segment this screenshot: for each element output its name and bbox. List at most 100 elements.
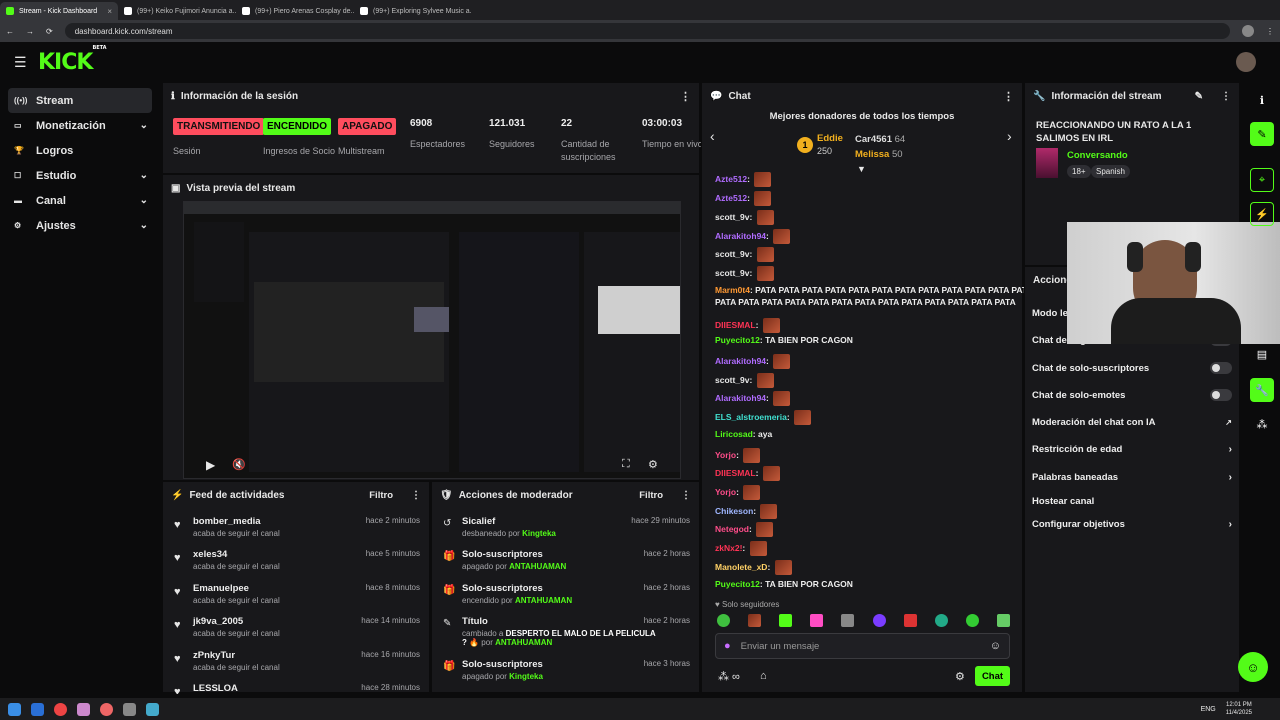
emote-icon[interactable]	[810, 614, 824, 627]
donors-next-icon[interactable]: ›	[1007, 128, 1012, 144]
moderator-name[interactable]: Kingteka	[509, 672, 543, 681]
windows-icon[interactable]	[8, 702, 21, 716]
moderator-name[interactable]: Kingteka	[522, 529, 556, 538]
category-name[interactable]: Conversando	[1067, 150, 1128, 161]
play-icon[interactable]: ▶	[206, 458, 215, 472]
chat-username[interactable]: DIIESMAL	[715, 468, 756, 478]
browser-tab[interactable]: (99+) Piero Arenas Cosplay de...×	[236, 2, 354, 20]
sidebar-item-estudio[interactable]: ☐ Estudio ⌄	[8, 163, 152, 188]
emoji-icon[interactable]: ☺	[990, 640, 1001, 652]
chat-setting-row[interactable]: Palabras baneadas ›	[1032, 472, 1232, 483]
app-icon[interactable]	[123, 702, 136, 716]
chat-username[interactable]: Puyecito12	[715, 335, 760, 345]
app-icon[interactable]	[77, 702, 90, 716]
moderator-name[interactable]: ANTAHUAMAN	[515, 596, 572, 605]
share-icon[interactable]: ⁂	[1250, 412, 1274, 436]
chat-setting-row[interactable]: Restricción de edad ›	[1032, 444, 1232, 455]
app-icon[interactable]	[146, 702, 159, 716]
emote-icon[interactable]	[934, 614, 948, 627]
bolt-icon[interactable]: ⚡	[1250, 202, 1274, 226]
clock[interactable]: 12:01 PM 11/4/2025	[1226, 701, 1252, 717]
settings-icon[interactable]: ⚙	[648, 458, 658, 471]
filter-icon[interactable]: ▼	[857, 164, 866, 174]
sidebar-item-canal[interactable]: ▬ Canal ⌄	[8, 188, 152, 213]
emote-icon[interactable]	[779, 614, 793, 627]
emote-icon[interactable]	[903, 614, 917, 627]
chat-username[interactable]: Alarakitoh94	[715, 393, 766, 403]
moderator-name[interactable]: ANTAHUAMAN	[495, 638, 552, 647]
chat-setting-row[interactable]: Chat de solo-suscriptores	[1032, 362, 1232, 374]
chat-menu-icon[interactable]: ⋮	[1003, 90, 1014, 103]
feed-user[interactable]: bomber_media	[193, 516, 261, 527]
feed-user[interactable]: jk9va_2005	[193, 616, 243, 627]
feed-filter-button[interactable]: Filtro	[369, 490, 393, 501]
kick-logo[interactable]: KICKBETA	[38, 45, 107, 75]
sidebar-item-ajustes[interactable]: ⚙ Ajustes ⌄	[8, 213, 152, 238]
emote-icon[interactable]	[965, 614, 979, 627]
toggle-switch[interactable]	[1210, 362, 1232, 374]
chat-setting-row[interactable]: Configurar objetivos ›	[1032, 519, 1232, 530]
language-indicator[interactable]: ENG	[1201, 706, 1216, 713]
back-icon[interactable]: ←	[6, 27, 14, 36]
feed-menu-icon[interactable]: ⋮	[411, 490, 421, 501]
users-icon[interactable]: ⁂ ∞	[718, 670, 740, 683]
fullscreen-icon[interactable]: ⛶	[622, 458, 630, 471]
chat-username[interactable]: Alarakitoh94	[715, 356, 766, 366]
app-icon[interactable]	[100, 702, 113, 716]
chat-username[interactable]: scott_9v	[715, 212, 750, 222]
session-menu-icon[interactable]: ⋮	[680, 90, 691, 103]
emote-icon[interactable]	[748, 614, 762, 627]
help-button[interactable]: ☺	[1238, 652, 1268, 682]
send-chat-button[interactable]: Chat	[975, 666, 1010, 686]
tool-icon[interactable]: 🔧	[1250, 378, 1274, 402]
mod-filter-button[interactable]: Filtro	[639, 490, 663, 501]
info-icon[interactable]: ℹ	[1250, 88, 1274, 112]
address-input[interactable]: dashboard.kick.com/stream	[64, 23, 1230, 39]
sidebar-item-logros[interactable]: 🏆 Logros	[8, 138, 152, 163]
feed-user[interactable]: xeles34	[193, 549, 227, 560]
stream-info-menu-icon[interactable]: ⋮	[1221, 91, 1231, 102]
chat-username[interactable]: Yorjo	[715, 487, 736, 497]
chat-username[interactable]: Yorjo	[715, 450, 736, 460]
chat-username[interactable]: Puyecito12	[715, 579, 760, 589]
chat-username[interactable]: Alarakitoh94	[715, 231, 766, 241]
donors-prev-icon[interactable]: ‹	[710, 128, 715, 144]
chat-username[interactable]: ELS_alstroemeria	[715, 412, 787, 422]
chat-username[interactable]: Manolete_xD	[715, 562, 767, 572]
emote-icon[interactable]	[996, 614, 1010, 627]
close-icon[interactable]: ×	[107, 7, 112, 16]
user-avatar[interactable]	[1236, 52, 1256, 72]
emote-icon[interactable]	[841, 614, 855, 627]
hamburger-icon[interactable]: ☰	[14, 54, 27, 71]
chat-username[interactable]: Marm0t4	[715, 285, 750, 295]
chat-username[interactable]: Liricosad	[715, 429, 753, 439]
feed-user[interactable]: LESSLOA	[193, 683, 238, 694]
edit-icon[interactable]: ✎	[1250, 122, 1274, 146]
mod-menu-icon[interactable]: ⋮	[681, 490, 691, 501]
mic-icon[interactable]: ●	[724, 640, 731, 652]
mute-icon[interactable]: 🔇	[232, 458, 246, 471]
chat-username[interactable]: Netegod	[715, 524, 749, 534]
emote-icon[interactable]	[872, 614, 886, 627]
app-icon[interactable]	[31, 702, 44, 716]
profile-avatar[interactable]	[1242, 25, 1254, 37]
chat-input[interactable]: ● Enviar un mensaje ☺	[715, 633, 1010, 659]
browser-tab[interactable]: (99+) Exploring Sylvee Music a...×	[354, 2, 472, 20]
chat-setting-row[interactable]: Chat de solo-emotes	[1032, 389, 1232, 401]
forward-icon[interactable]: →	[26, 27, 34, 36]
chat-username[interactable]: DIIESMAL	[715, 320, 756, 330]
reload-icon[interactable]: ⟳	[46, 27, 53, 36]
stream-preview-video[interactable]: ▶ 🔇 ⛶ ⚙	[183, 201, 681, 479]
chat-username[interactable]: zkNx2!	[715, 543, 742, 553]
chat-username[interactable]: scott_9v	[715, 268, 750, 278]
capture-icon[interactable]: ⌖	[1250, 168, 1274, 192]
chat-username[interactable]: scott_9v	[715, 249, 750, 259]
chat-setting-row[interactable]: Hostear canal	[1032, 496, 1232, 507]
chat-setting-row[interactable]: Moderación del chat con IA ↗	[1032, 417, 1232, 428]
clip-icon[interactable]: ▤	[1250, 342, 1274, 366]
chat-username[interactable]: Azte512	[715, 174, 747, 184]
chat-username[interactable]: Azte512	[715, 193, 747, 203]
gift-icon[interactable]: ⌂	[760, 670, 767, 682]
chat-settings-icon[interactable]: ⚙	[955, 670, 965, 683]
moderator-name[interactable]: ANTAHUAMAN	[509, 562, 566, 571]
